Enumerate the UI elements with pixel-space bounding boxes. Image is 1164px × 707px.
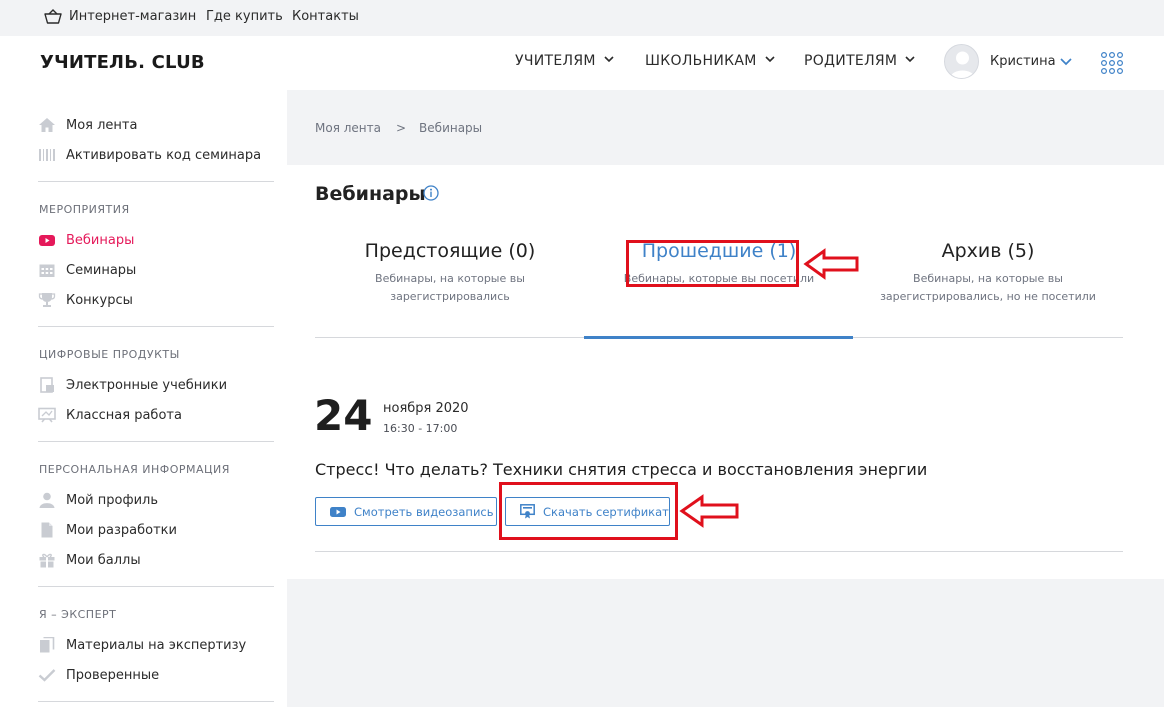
breadcrumb-current: Вебинары: [419, 121, 483, 135]
sidebar-item-profile[interactable]: Мой профиль: [38, 490, 158, 510]
document-icon: [38, 522, 56, 538]
sidebar-item-points[interactable]: Мои баллы: [38, 550, 141, 570]
watch-recording-button[interactable]: Смотреть видеозапись: [315, 497, 497, 526]
event-divider: [315, 551, 1123, 552]
menu-students[interactable]: ШКОЛЬНИКАМ: [645, 53, 775, 69]
divider: [38, 326, 274, 327]
chevron-down-icon: [765, 56, 775, 63]
sidebar-item-label: Активировать код семинара: [66, 147, 262, 163]
video-play-icon: [38, 232, 56, 248]
tab-archive[interactable]: Архив (5) Вебинары, на которые вы зареги…: [853, 240, 1123, 306]
sidebar-item-label: Вебинары: [66, 232, 135, 248]
trophy-icon: [38, 292, 56, 308]
breadcrumb: Моя лента > Вебинары: [315, 121, 482, 135]
event-month-year: ноября 2020: [383, 401, 469, 416]
event-time: 16:30 - 17:00: [383, 422, 458, 435]
section-title-personal: ПЕРСОНАЛЬНАЯ ИНФОРМАЦИЯ: [39, 463, 230, 476]
section-title-digital: ЦИФРОВЫЕ ПРОДУКТЫ: [39, 348, 180, 361]
section-title-expert: Я – ЭКСПЕРТ: [39, 608, 117, 621]
menu-parents-label: РОДИТЕЛЯМ: [804, 53, 898, 69]
user-name[interactable]: Кристина: [990, 54, 1056, 69]
chevron-down-icon[interactable]: [1060, 57, 1072, 67]
divider: [38, 181, 274, 182]
apps-grid-icon[interactable]: [1100, 51, 1124, 75]
event-day: 24: [314, 391, 373, 440]
user-silhouette-icon: [950, 51, 975, 78]
sidebar-item-label: Моя лента: [66, 117, 138, 133]
sidebar: Моя лента Активировать код семинара МЕРО…: [0, 90, 287, 707]
menu-teachers[interactable]: УЧИТЕЛЯМ: [515, 53, 614, 69]
tab-upcoming[interactable]: Предстоящие (0) Вебинары, на которые вы …: [315, 240, 585, 306]
top-utility-bar: Интернет-магазин Где купить Контакты: [0, 0, 1164, 36]
site-logo[interactable]: УЧИТЕЛЬ. CLUB: [40, 52, 205, 73]
arrow-left-icon: [803, 248, 859, 280]
chevron-down-icon: [905, 56, 915, 63]
sidebar-item-label: Проверенные: [66, 667, 160, 683]
where-to-buy-link[interactable]: Где купить: [206, 9, 283, 24]
tab-upcoming-description: Вебинары, на которые вы зарегистрировали…: [375, 272, 525, 303]
ebook-icon: [38, 377, 56, 393]
highlight-frame-past-tab: [626, 240, 799, 287]
watch-recording-label: Смотреть видеозапись: [354, 504, 494, 519]
sidebar-item-activate-code[interactable]: Активировать код семинара: [38, 145, 261, 165]
basket-icon: [44, 9, 62, 24]
sidebar-item-label: Семинары: [66, 262, 137, 278]
section-title-events: МЕРОПРИЯТИЯ: [39, 203, 130, 216]
menu-teachers-label: УЧИТЕЛЯМ: [515, 53, 596, 69]
sidebar-item-contests[interactable]: Конкурсы: [38, 290, 133, 310]
sidebar-item-label: Классная работа: [66, 407, 182, 423]
contacts-link[interactable]: Контакты: [292, 9, 359, 24]
home-icon: [38, 117, 56, 133]
sidebar-item-ebooks[interactable]: Электронные учебники: [38, 375, 227, 395]
arrow-left-icon: [679, 494, 739, 528]
tab-archive-description: Вебинары, на которые вы зарегистрировали…: [880, 272, 1096, 303]
sidebar-item-label: Электронные учебники: [66, 377, 228, 393]
documents-icon: [38, 637, 56, 653]
sidebar-item-seminars[interactable]: Семинары: [38, 260, 136, 280]
sidebar-item-webinars[interactable]: Вебинары: [38, 230, 134, 250]
sidebar-item-label: Мой профиль: [66, 492, 158, 508]
active-tab-indicator: [584, 336, 853, 339]
site-header: УЧИТЕЛЬ. CLUB УЧИТЕЛЯМ ШКОЛЬНИКАМ РОДИТЕ…: [0, 36, 1164, 90]
checkmark-icon: [38, 667, 56, 683]
board-icon: [38, 407, 56, 423]
sidebar-item-feed[interactable]: Моя лента: [38, 115, 137, 135]
sidebar-item-classwork[interactable]: Классная работа: [38, 405, 182, 425]
calendar-icon: [38, 262, 56, 278]
sidebar-item-label: Мои баллы: [66, 552, 141, 568]
highlight-frame-certificate-button: [499, 482, 678, 540]
barcode-icon: [38, 147, 56, 163]
page-title: Вебинары: [315, 183, 426, 205]
sidebar-item-label: Конкурсы: [66, 292, 133, 308]
sidebar-item-expertise-materials[interactable]: Материалы на экспертизу: [38, 635, 246, 655]
menu-parents[interactable]: РОДИТЕЛЯМ: [804, 53, 915, 69]
divider: [38, 586, 274, 587]
info-icon[interactable]: [423, 185, 439, 201]
menu-students-label: ШКОЛЬНИКАМ: [645, 53, 757, 69]
avatar[interactable]: [944, 44, 979, 79]
sidebar-item-label: Мои разработки: [66, 522, 177, 538]
shop-link[interactable]: Интернет-магазин: [69, 9, 196, 24]
divider: [38, 441, 274, 442]
user-icon: [38, 492, 56, 508]
breadcrumb-home[interactable]: Моя лента: [315, 121, 381, 135]
video-play-icon: [330, 506, 346, 518]
tab-upcoming-label: Предстоящие (0): [364, 240, 536, 262]
sidebar-item-label: Материалы на экспертизу: [66, 637, 247, 653]
sidebar-item-developments[interactable]: Мои разработки: [38, 520, 177, 540]
chevron-down-icon: [604, 56, 614, 63]
sidebar-item-checked[interactable]: Проверенные: [38, 665, 159, 685]
divider: [38, 701, 274, 702]
tab-archive-label: Архив (5): [941, 240, 1035, 262]
gift-icon: [38, 552, 56, 568]
event-title[interactable]: Стресс! Что делать? Техники снятия стрес…: [315, 460, 927, 479]
breadcrumb-separator: >: [395, 121, 407, 135]
